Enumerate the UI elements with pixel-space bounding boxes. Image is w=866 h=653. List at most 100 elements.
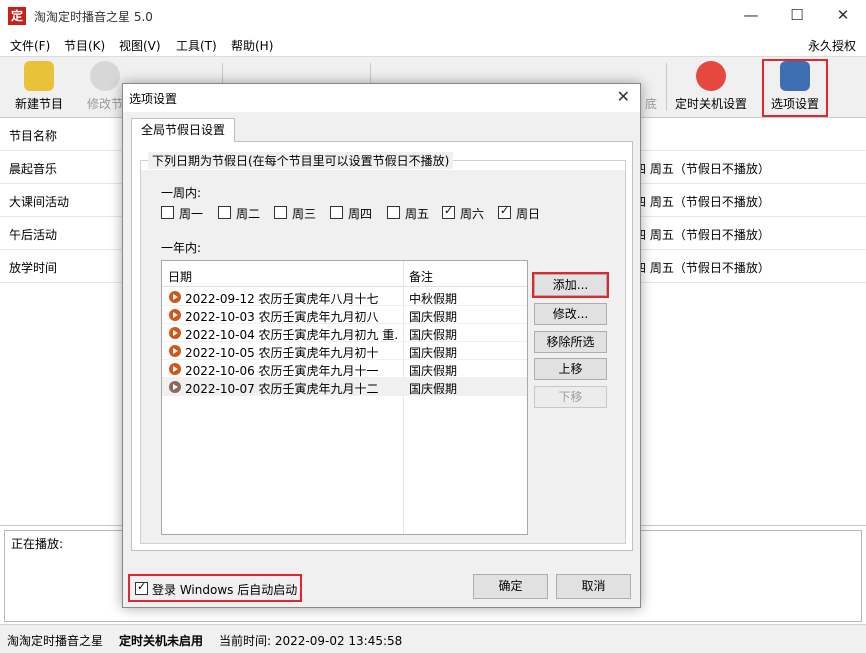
program-schedule: 四 周五（节假日不播放） xyxy=(634,261,770,275)
options-dialog: 选项设置 ✕ 全局节假日设置 下列日期为节假日(在每个节目里可以设置节假日不播放… xyxy=(122,83,641,608)
holiday-row[interactable]: 2022-10-03 农历壬寅虎年九月初八 国庆假期 xyxy=(162,306,527,324)
program-name: 大课间活动 xyxy=(9,195,70,209)
holiday-play-icon xyxy=(169,291,181,303)
weekday-label: 周一 xyxy=(179,207,204,221)
weekday-label: 周二 xyxy=(236,207,261,221)
autostart-label: 登录 Windows 后自动启动 xyxy=(152,583,298,597)
dialog-title: 选项设置 xyxy=(129,92,178,106)
now-playing-label: 正在播放: xyxy=(11,537,64,551)
autostart-highlight-box: 登录 Windows 后自动启动 xyxy=(128,574,302,602)
program-name: 晨起音乐 xyxy=(9,162,58,176)
partial-tool-button[interactable]: 底 xyxy=(641,61,661,115)
column-header-note[interactable]: 备注 xyxy=(409,268,433,285)
program-name: 放学时间 xyxy=(9,261,58,275)
status-bar: 淘淘定时播音之星 定时关机未启用 当前时间: 2022-09-02 13:45:… xyxy=(0,624,866,653)
weekday-label: 周六 xyxy=(460,207,485,221)
edit-holiday-button[interactable]: 修改... xyxy=(534,303,607,325)
maximize-button[interactable]: ☐ xyxy=(774,0,820,32)
column-header-date[interactable]: 日期 xyxy=(168,268,192,285)
partial-tool-label: 底 xyxy=(644,97,657,111)
checkbox-thursday[interactable] xyxy=(330,206,343,219)
holiday-date: 2022-10-04 农历壬寅虎年九月初九 重... xyxy=(185,328,399,342)
new-program-label: 新建节目 xyxy=(14,97,63,111)
status-current-time: 当前时间: 2022-09-02 13:45:58 xyxy=(219,634,403,648)
checkbox-wednesday[interactable] xyxy=(274,206,287,219)
new-program-icon xyxy=(24,61,54,91)
weekday-label: 周日 xyxy=(516,207,541,221)
app-icon: 定 xyxy=(8,7,26,25)
menu-program[interactable]: 节目(K) xyxy=(64,37,105,54)
year-label: 一年内: xyxy=(161,241,202,255)
menu-tools[interactable]: 工具(T) xyxy=(176,37,217,54)
remove-selected-button[interactable]: 移除所选 xyxy=(534,331,607,353)
tab-global-holidays[interactable]: 全局节假日设置 xyxy=(131,118,235,142)
move-up-button[interactable]: 上移 xyxy=(534,358,607,380)
holiday-date: 2022-10-06 农历壬寅虎年九月十一 xyxy=(185,364,379,378)
license-status: 永久授权 xyxy=(807,39,856,53)
move-down-button[interactable]: 下移 xyxy=(534,386,607,408)
column-header-program-name: 节目名称 xyxy=(9,129,58,143)
holiday-date: 2022-10-07 农历壬寅虎年九月十二 xyxy=(185,382,379,396)
weekday-label: 周四 xyxy=(348,207,373,221)
holiday-list-header: 日期 备注 xyxy=(162,261,527,287)
ok-button[interactable]: 确定 xyxy=(473,574,548,599)
new-program-button[interactable]: 新建节目 xyxy=(8,61,70,115)
holiday-group-label: 下列日期为节假日(在每个节目里可以设置节假日不播放) xyxy=(148,152,454,169)
holiday-note: 国庆假期 xyxy=(409,328,458,342)
holiday-row-selected[interactable]: 2022-10-07 农历壬寅虎年九月十二 国庆假期 xyxy=(162,378,527,396)
holiday-play-icon xyxy=(169,345,181,357)
menu-bar: 文件(F) 节目(K) 视图(V) 工具(T) 帮助(H) 永久授权 xyxy=(0,32,866,56)
holiday-note: 中秋假期 xyxy=(409,292,458,306)
holiday-note: 国庆假期 xyxy=(409,364,458,378)
program-schedule: 四 周五（节假日不播放） xyxy=(634,195,770,209)
holiday-row[interactable]: 2022-10-05 农历壬寅虎年九月初十 国庆假期 xyxy=(162,342,527,360)
power-icon xyxy=(696,61,726,91)
menu-view[interactable]: 视图(V) xyxy=(119,37,161,54)
shutdown-settings-label: 定时关机设置 xyxy=(674,97,747,111)
program-schedule: 四 周五（节假日不播放） xyxy=(634,162,770,176)
holiday-play-icon xyxy=(169,309,181,321)
holiday-play-icon xyxy=(169,363,181,375)
status-shutdown: 定时关机未启用 xyxy=(119,634,204,648)
checkbox-sunday[interactable] xyxy=(498,204,511,219)
holiday-note: 国庆假期 xyxy=(409,310,458,324)
shutdown-settings-button[interactable]: 定时关机设置 xyxy=(672,61,750,115)
edit-program-label: 修改节 xyxy=(86,97,123,111)
autostart-checkbox[interactable] xyxy=(135,580,148,595)
menu-help[interactable]: 帮助(H) xyxy=(231,37,273,54)
cancel-button[interactable]: 取消 xyxy=(556,574,631,599)
add-button-highlight-box xyxy=(532,272,609,298)
toolbar-separator xyxy=(666,63,667,111)
holiday-list[interactable]: 日期 备注 2022-09-12 农历壬寅虎年八月十七 中秋假期 2022-10… xyxy=(161,260,528,535)
holiday-play-icon xyxy=(169,381,181,393)
options-highlight-box xyxy=(762,59,828,117)
program-schedule: 四 周五（节假日不播放） xyxy=(634,228,770,242)
program-name: 午后活动 xyxy=(9,228,58,242)
holiday-note: 国庆假期 xyxy=(409,382,458,396)
close-button[interactable]: ✕ xyxy=(820,0,866,32)
holiday-row[interactable]: 2022-10-06 农历壬寅虎年九月十一 国庆假期 xyxy=(162,360,527,378)
checkbox-saturday[interactable] xyxy=(442,204,455,219)
checkbox-monday[interactable] xyxy=(161,206,174,219)
holiday-note: 国庆假期 xyxy=(409,346,458,360)
dialog-title-bar: 选项设置 ✕ xyxy=(123,84,640,112)
holiday-date: 2022-10-05 农历壬寅虎年九月初十 xyxy=(185,346,379,360)
minimize-button[interactable]: — xyxy=(728,0,774,32)
holiday-row[interactable]: 2022-10-04 农历壬寅虎年九月初九 重... 国庆假期 xyxy=(162,324,527,342)
holiday-play-icon xyxy=(169,327,181,339)
title-bar: 定 淘淘定时播音之星 5.0 — ☐ ✕ xyxy=(0,0,866,32)
holiday-date: 2022-09-12 农历壬寅虎年八月十七 xyxy=(185,292,379,306)
menu-file[interactable]: 文件(F) xyxy=(10,37,50,54)
edit-icon xyxy=(90,61,120,91)
dialog-close-button[interactable]: ✕ xyxy=(617,87,630,106)
window-title: 淘淘定时播音之星 5.0 xyxy=(34,10,153,24)
week-label: 一周内: xyxy=(161,186,202,200)
holiday-row[interactable]: 2022-09-12 农历壬寅虎年八月十七 中秋假期 xyxy=(162,288,527,306)
holiday-date: 2022-10-03 农历壬寅虎年九月初八 xyxy=(185,310,379,324)
weekday-label: 周三 xyxy=(292,207,317,221)
checkbox-friday[interactable] xyxy=(387,206,400,219)
checkbox-tuesday[interactable] xyxy=(218,206,231,219)
status-app-name: 淘淘定时播音之星 xyxy=(7,634,104,648)
edit-program-button[interactable]: 修改节 xyxy=(84,61,126,115)
weekday-label: 周五 xyxy=(405,207,430,221)
